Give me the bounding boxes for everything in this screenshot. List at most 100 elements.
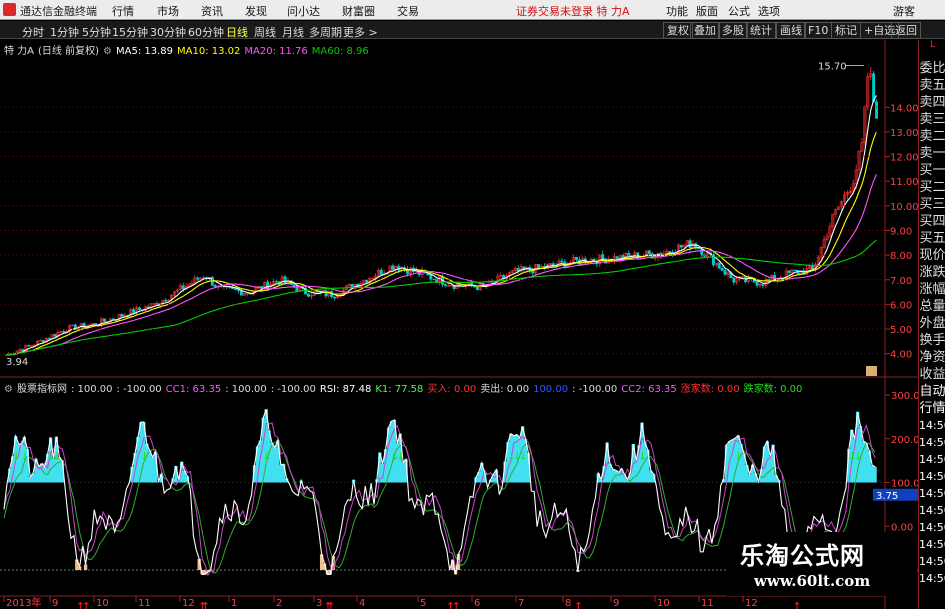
buy-arrow-icon: ↑ — [326, 600, 335, 609]
sub-tick-label: 200.0 — [891, 435, 918, 446]
date-tick-label: 11 — [701, 598, 714, 609]
mark-button[interactable]: 标记 — [831, 22, 861, 39]
menu-wenxiaoda[interactable]: 问小达 — [287, 3, 320, 19]
side-panel-item: 卖三 — [919, 112, 945, 127]
indicator-item: 跌家数: 0.00 — [743, 384, 803, 395]
price-tick-label: 10.00 — [890, 202, 918, 213]
price-tick-label: 8.00 — [890, 251, 912, 262]
menu-gongshi[interactable]: 公式 — [728, 3, 750, 19]
candle-body — [379, 269, 383, 275]
date-tick-label: 6 — [474, 598, 480, 609]
tab-weekly[interactable]: 周线 — [254, 24, 276, 40]
tab-more[interactable]: 更多 > — [343, 24, 378, 40]
side-panel-item[interactable]: 自动 — [919, 383, 945, 400]
tab-monthly[interactable]: 月线 — [282, 24, 304, 40]
candle-body — [787, 270, 791, 273]
indicator-item: : -100.00 — [572, 384, 618, 395]
candle-body — [575, 256, 578, 261]
tab-1min[interactable]: 1分钟 — [50, 24, 79, 40]
date-tick-label: 5 — [420, 598, 426, 609]
watermark-url: www.60lt.com — [754, 572, 871, 590]
date-tick-label: 7 — [518, 598, 524, 609]
settings-icon[interactable]: ⚙ — [103, 46, 112, 57]
indicator-item: 涨家数: 0.00 — [680, 384, 740, 395]
side-panel-item: 14:50 — [919, 453, 945, 466]
indicator-settings-icon[interactable]: ⚙ — [4, 384, 13, 395]
indicator-item: K1: 77.58 — [375, 384, 424, 395]
statistics-button[interactable]: 统计 — [746, 22, 776, 39]
price-tick-label: 9.00 — [890, 226, 912, 237]
tab-30min[interactable]: 30分钟 — [150, 24, 186, 40]
menu-gongneng[interactable]: 功能 — [666, 3, 688, 19]
quote-side-panel: L 委比 卖五 卖四 卖三 卖二 卖一 买一 买二 买三 买四 买五 现价 涨跌 涨幅 总量 外盘 换手 净资 收益自… — [918, 40, 945, 609]
sell-arrow-icon: ↓ — [262, 450, 271, 463]
indicator-item: : -100.00 — [116, 384, 162, 395]
back-button[interactable]: 返回 — [891, 22, 921, 39]
candle-body — [720, 267, 724, 271]
chart-axes: 14.0013.0012.0011.0010.009.008.007.006.0… — [0, 40, 918, 609]
ma5-value: MA5: 13.89 — [115, 46, 173, 57]
tab-fenshi[interactable]: 分时 — [22, 24, 44, 40]
menu-jiaoyi[interactable]: 交易 — [397, 3, 419, 19]
menu-youke[interactable]: 游客 — [893, 3, 915, 19]
candle-body — [601, 254, 605, 260]
tab-15min[interactable]: 15分钟 — [112, 24, 148, 40]
candle-body — [47, 338, 51, 340]
site-watermark: 乐淘公式网 www.60lt.com — [726, 532, 916, 596]
indicator-item: 买入: 0.00 — [427, 384, 477, 395]
tab-daily[interactable]: 日线 — [226, 24, 248, 40]
menu-caifuquan[interactable]: 财富圈 — [342, 3, 375, 19]
menu-shichang[interactable]: 市场 — [157, 3, 179, 19]
overlay-button[interactable]: 叠加 — [690, 22, 720, 39]
stock-name: 特 力A — [4, 46, 35, 57]
date-tick-label: 9 — [613, 598, 619, 609]
candle-body — [266, 281, 270, 290]
menu-hangqing[interactable]: 行情 — [112, 3, 134, 19]
side-panel-item: 14:50 — [919, 487, 945, 500]
tab-multi-period[interactable]: 多周期 — [309, 24, 342, 40]
kline-chart-area[interactable]: 15.703.94 ↓ ↓ ↓↓↑↑↓↑↑↓↑↑↓↓↑↑↓↓↓↑↓ ↓↑↓↓ 14.0… — [0, 40, 918, 609]
price-tick-label: 13.00 — [890, 128, 918, 139]
side-panel-item: 买五 — [919, 231, 945, 246]
app-logo — [3, 3, 16, 16]
candle-body — [333, 296, 337, 299]
side-panel-item: 涨跌 — [919, 265, 945, 280]
login-notice[interactable]: 证券交易未登录 特 力A — [516, 3, 630, 19]
side-panel-item: 委比 — [919, 61, 945, 76]
candle-body — [196, 277, 200, 280]
watermark-title: 乐淘公式网 — [740, 542, 865, 570]
side-panel-item: 买三 — [919, 197, 945, 212]
adjust-mode: (日线 前复权) — [38, 46, 100, 57]
candle-body — [475, 286, 479, 291]
tab-60min[interactable]: 60分钟 — [188, 24, 224, 40]
multi-stock-button[interactable]: 多股 — [718, 22, 748, 39]
main-indicator-bar: 特 力A (日线 前复权) ⚙ MA5: 13.89 MA10: 13.02 MA20: … — [4, 42, 373, 57]
indicator-item: 卖出: 0.00 — [480, 384, 530, 395]
sell-arrow-icon: ↓ — [140, 450, 149, 463]
buy-arrow-icon: ↑ — [574, 600, 583, 609]
f10-button[interactable]: F10 — [804, 22, 833, 39]
side-panel-item[interactable]: 行情 — [919, 400, 945, 417]
side-panel-item: 14:50 — [919, 436, 945, 449]
side-panel-item: 现价 — [919, 248, 945, 263]
candle-body — [324, 290, 328, 297]
side-panel-item: 换手 — [919, 333, 945, 348]
date-tick-label: 9 — [52, 598, 58, 609]
menu-banmian[interactable]: 版面 — [696, 3, 718, 19]
tab-5min[interactable]: 5分钟 — [82, 24, 111, 40]
adjust-button[interactable]: 复权 — [663, 22, 693, 39]
side-panel-item: 总量 — [919, 299, 945, 314]
candle-body — [723, 270, 727, 275]
sub-indicator-bar: ⚙ 股票指标网: 100.00: -100.00 CC1: 63.35: 100.0… — [4, 380, 806, 395]
chip-icon — [866, 366, 877, 376]
side-panel-item: 卖二 — [919, 129, 945, 144]
date-tick-label: 2013年 — [6, 596, 41, 609]
app-title: 通达信金融终端 — [20, 5, 97, 18]
menu-faxian[interactable]: 发现 — [245, 3, 267, 19]
panel-collapse-icon[interactable]: L — [919, 40, 945, 60]
menu-xuanxiang[interactable]: 选项 — [758, 3, 780, 19]
candle-body — [717, 262, 721, 269]
sub-tick-label: 300.0 — [891, 391, 918, 402]
menu-zixun[interactable]: 资讯 — [201, 3, 223, 19]
draw-line-button[interactable]: 画线 — [776, 22, 806, 39]
